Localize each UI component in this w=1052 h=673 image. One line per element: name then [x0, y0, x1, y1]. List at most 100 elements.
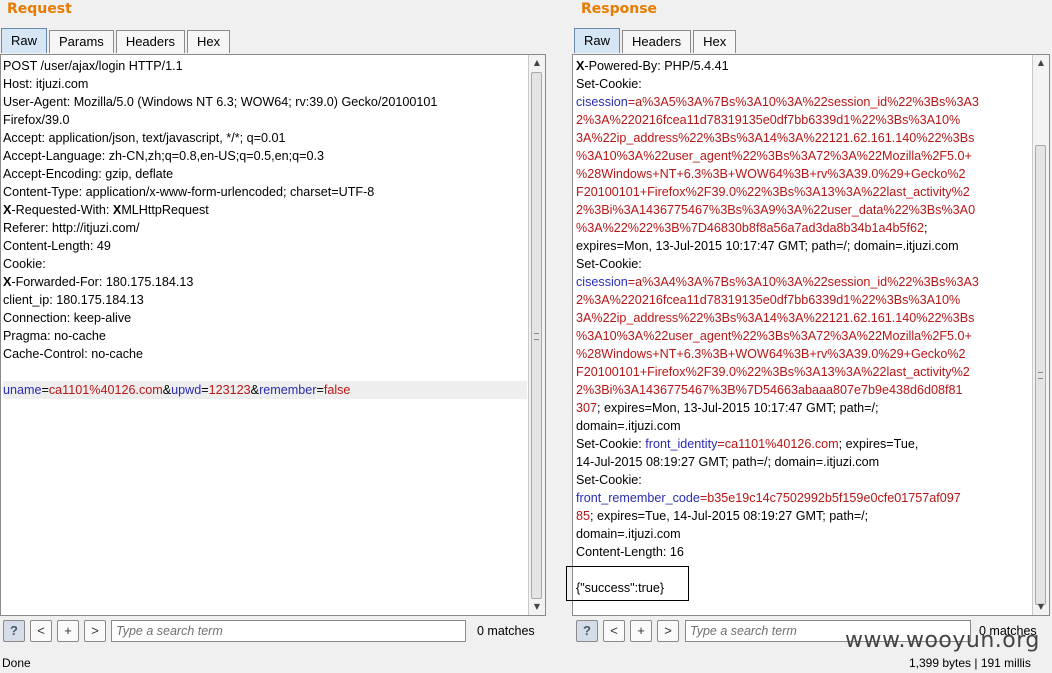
response-line: Set-Cookie: [576, 255, 979, 273]
param-value: %3A%22%22%3B%7D46830b8f8a56a7ad3da8b34b1… [576, 221, 925, 235]
response-line: 2%3Bi%3A1436775467%3B%7D54663abaaa807e7b… [576, 381, 979, 399]
param-value: 307 [576, 401, 598, 415]
request-scroll-thumb[interactable] [531, 72, 542, 599]
request-line: X-Forwarded-For: 180.175.184.13 [3, 273, 527, 291]
request-line: X-Requested-With: XMLHttpRequest [3, 201, 527, 219]
param-value: 2%3Bi%3A1436775467%3Bs%3A9%3A%22user_dat… [576, 203, 976, 217]
text-segment: Connection: keep-alive [3, 311, 132, 325]
param-name: front_identity [645, 437, 718, 451]
param-value: 2%3A%220216fcea11d78319135e0df7bb6339d1%… [576, 113, 961, 127]
param-name: cisession [576, 275, 628, 289]
text-segment: Content-Type: application/x-www-form-url… [3, 185, 375, 199]
text-segment: Content-Length: 49 [3, 239, 111, 253]
response-help-button[interactable]: ? [576, 620, 598, 642]
scroll-down-arrow-icon[interactable]: ▼ [529, 599, 545, 615]
text-segment: ; expires=Mon, 13-Jul-2015 10:17:47 GMT;… [597, 401, 879, 415]
scroll-down-arrow-icon[interactable]: ▼ [1033, 599, 1049, 615]
response-line: %3A10%3A%22user_agent%22%3Bs%3A72%3A%22M… [576, 147, 979, 165]
request-line: Content-Length: 49 [3, 237, 527, 255]
request-search-bar: ? < + > 0 matches [0, 620, 546, 644]
response-line: front_remember_code=b35e19c14c7502992b5f… [576, 489, 979, 507]
response-tab-hex[interactable]: Hex [693, 30, 737, 53]
response-line: %28Windows+NT+6.3%3B+WOW64%3B+rv%3A39.0%… [576, 165, 979, 183]
text-segment: MLHttpRequest [121, 203, 209, 217]
response-line: Set-Cookie: [576, 471, 979, 489]
request-scrollbar[interactable]: ▲ ▼ [528, 55, 545, 615]
request-tab-headers[interactable]: Headers [115, 30, 185, 53]
response-line: domain=.itjuzi.com [576, 525, 979, 543]
text-segment: = [201, 383, 209, 397]
text-segment: domain=.itjuzi.com [576, 419, 681, 433]
response-line: domain=.itjuzi.com [576, 417, 979, 435]
text-segment: Set-Cookie: [576, 77, 642, 91]
text-segment: Cookie: [3, 257, 46, 271]
text-segment: Pragma: no-cache [3, 329, 106, 343]
param-value: 3A%22ip_address%22%3Bs%3A14%3A%22121.62.… [576, 131, 975, 145]
response-line: 307; expires=Mon, 13-Jul-2015 10:17:47 G… [576, 399, 979, 417]
request-search-input[interactable] [111, 620, 466, 642]
text-segment: 14-Jul-2015 08:19:27 GMT; path=/; domain… [576, 455, 880, 469]
response-prev-button[interactable]: < [603, 620, 625, 642]
response-editor[interactable]: X-Powered-By: PHP/5.4.41 Set-Cookie: cises… [572, 54, 1050, 616]
text-segment: domain=.itjuzi.com [576, 527, 681, 541]
response-line: 85; expires=Tue, 14-Jul-2015 08:19:27 GM… [576, 507, 979, 525]
text-segment: ; [924, 221, 928, 235]
request-line: uname=ca1101%40126.com&upwd=123123&remem… [3, 381, 527, 399]
response-line: cisession=a%3A5%3A%7Bs%3A10%3A%22session… [576, 93, 979, 111]
request-tab-hex[interactable]: Hex [186, 30, 231, 53]
scroll-up-arrow-icon[interactable]: ▲ [529, 55, 545, 71]
request-line: Accept: application/json, text/javascrip… [3, 129, 527, 147]
request-tab-raw[interactable]: Raw [1, 28, 48, 53]
success-highlight-box [566, 566, 689, 601]
text-segment: -Forwarded-For: 180.175.184.13 [11, 275, 194, 289]
scroll-up-arrow-icon[interactable]: ▲ [1033, 55, 1049, 71]
request-next-button[interactable]: > [84, 620, 106, 642]
request-line: Content-Type: application/x-www-form-url… [3, 183, 527, 201]
request-line: Firefox/39.0 [3, 111, 527, 129]
text-segment: User-Agent: Mozilla/5.0 (Windows NT 6.3;… [3, 95, 438, 109]
param-name: remember [259, 383, 317, 397]
request-help-button[interactable]: ? [3, 620, 25, 642]
response-next-button[interactable]: > [657, 620, 679, 642]
request-tabs: Raw Params Headers Hex [1, 28, 232, 53]
response-line: Set-Cookie: front_identity=ca1101%40126.… [576, 435, 979, 453]
param-value: ca1101%40126.com [48, 383, 163, 397]
request-tab-params[interactable]: Params [49, 30, 114, 53]
param-value: a%3A5%3A%7Bs%3A10%3A%22session_id%22%3Bs… [635, 95, 979, 109]
request-line: POST /user/ajax/login HTTP/1.1 [3, 57, 527, 75]
response-raw-text[interactable]: X-Powered-By: PHP/5.4.41 Set-Cookie: cises… [576, 57, 979, 597]
response-scrollbar[interactable]: ▲ ▼ [1032, 55, 1049, 615]
param-value: 123123 [208, 383, 251, 397]
request-plus-button[interactable]: + [57, 620, 79, 642]
response-line: expires=Mon, 13-Jul-2015 10:17:47 GMT; p… [576, 237, 979, 255]
response-tab-raw[interactable]: Raw [574, 28, 621, 53]
request-line: Accept-Language: zh-CN,zh;q=0.8,en-US;q=… [3, 147, 527, 165]
request-line: Host: itjuzi.com [3, 75, 527, 93]
param-name: upwd [171, 383, 202, 397]
request-raw-text[interactable]: POST /user/ajax/login HTTP/1.1 Host: itju… [3, 57, 527, 399]
param-value: 85 [576, 509, 591, 523]
request-line: Connection: keep-alive [3, 309, 527, 327]
param-name: front_remember_code [576, 491, 700, 505]
response-line: Content-Length: 16 [576, 543, 979, 561]
text-segment: = [316, 383, 324, 397]
text-segment: Accept: application/json, text/javascrip… [3, 131, 286, 145]
response-line: cisession=a%3A4%3A%7Bs%3A10%3A%22session… [576, 273, 979, 291]
text-segment: & [162, 383, 172, 397]
request-line: User-Agent: Mozilla/5.0 (Windows NT 6.3;… [3, 93, 527, 111]
text-segment: Cache-Control: no-cache [3, 347, 144, 361]
response-plus-button[interactable]: + [630, 620, 652, 642]
response-tab-headers[interactable]: Headers [622, 30, 692, 53]
response-pane: Response Raw Headers Hex X-Powered-By: P… [572, 0, 1052, 648]
request-line [3, 363, 527, 381]
text-segment: client_ip: 180.175.184.13 [3, 293, 144, 307]
param-value: %3A10%3A%22user_agent%22%3Bs%3A72%3A%22M… [576, 149, 972, 163]
response-line: %28Windows+NT+6.3%3B+WOW64%3B+rv%3A39.0%… [576, 345, 979, 363]
param-value: F20100101+Firefox%2F39.0%22%3Bs%3A13%3A%… [576, 365, 970, 379]
response-line: %3A10%3A%22user_agent%22%3Bs%3A72%3A%22M… [576, 327, 979, 345]
request-prev-button[interactable]: < [30, 620, 52, 642]
watermark-text: www.wooyun.org [845, 628, 1040, 653]
response-scroll-thumb[interactable] [1035, 145, 1046, 605]
request-editor[interactable]: POST /user/ajax/login HTTP/1.1 Host: itju… [0, 54, 546, 616]
param-value: %28Windows+NT+6.3%3B+WOW64%3B+rv%3A39.0%… [576, 347, 966, 361]
